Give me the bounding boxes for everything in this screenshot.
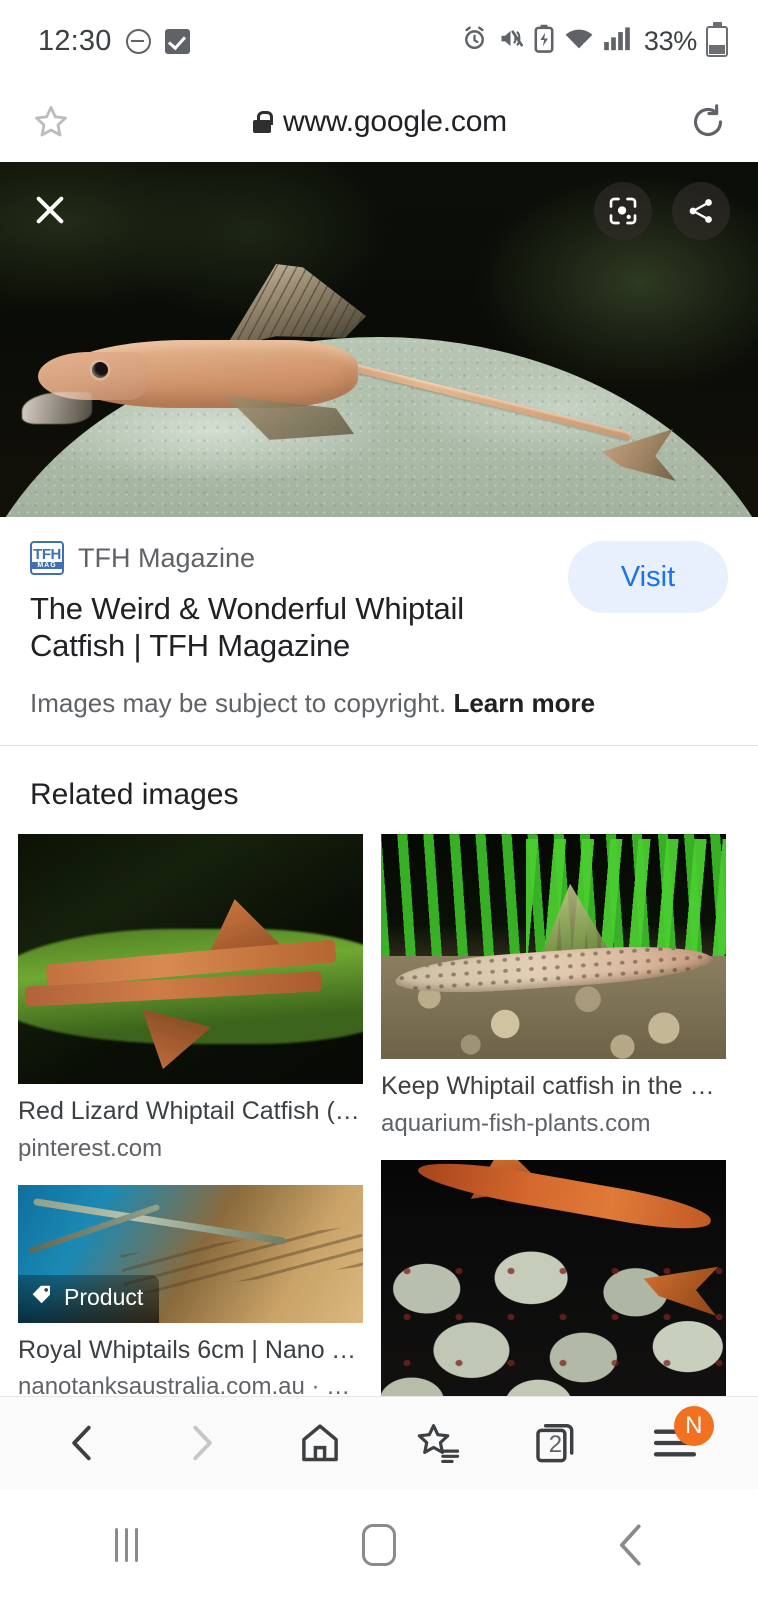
copyright-notice: Images may be subject to copyright. Lear…: [30, 688, 728, 719]
thumbnail-image[interactable]: [381, 1159, 726, 1405]
alarm-icon: [461, 25, 488, 57]
product-badge-label: Product: [64, 1284, 144, 1311]
status-time: 12:30: [38, 24, 112, 57]
battery-percent: 33%: [643, 25, 697, 56]
hero-image[interactable]: [0, 162, 758, 517]
tabs-count: 2: [548, 1431, 563, 1459]
google-lens-icon[interactable]: [594, 182, 652, 240]
source-row: TFH MAG TFH Magazine The Weird & Wonderf…: [30, 541, 728, 664]
back-arrow-icon[interactable]: [40, 1400, 126, 1486]
battery-saver-icon: [533, 24, 555, 58]
related-images-grid: Red Lizard Whiptail Catfish (Rinelo… pin…: [0, 834, 758, 1484]
visit-button[interactable]: Visit: [568, 541, 728, 613]
result-title[interactable]: The Weird & Wonderful Whiptail Catfish |…: [30, 591, 548, 664]
thumbnail-source: aquarium-fish-plants.com: [381, 1109, 651, 1137]
thumbnail-source: pinterest.com: [18, 1134, 163, 1162]
logo-bottom-text: MAG: [32, 562, 62, 569]
hero-catfish-illustration: [22, 264, 676, 482]
bookmarks-star-icon[interactable]: [395, 1400, 481, 1486]
source-details: TFH MAG TFH Magazine The Weird & Wonderf…: [30, 541, 548, 664]
menu-button[interactable]: N: [632, 1400, 718, 1486]
do-not-disturb-icon: [125, 28, 151, 54]
url-text: www.google.com: [283, 105, 507, 138]
source-name: TFH Magazine: [78, 542, 256, 573]
browser-url-bar: www.google.com: [0, 82, 758, 162]
copyright-text: Images may be subject to copyright.: [30, 688, 447, 719]
related-images-heading: Related images: [30, 778, 239, 812]
related-image-card[interactable]: Keep Whiptail catfish in the aquari… aqu…: [381, 834, 726, 1138]
source-line[interactable]: TFH MAG TFH Magazine: [30, 541, 548, 575]
thumbnail-image[interactable]: [381, 834, 726, 1060]
tag-icon: [30, 1283, 54, 1313]
thumbnail-image[interactable]: Product: [18, 1184, 363, 1323]
related-image-card[interactable]: Red Lizard Whiptail Catfish (Rinelo… pin…: [18, 834, 363, 1163]
android-navigation-bar: [0, 1489, 758, 1600]
url-display[interactable]: www.google.com: [72, 105, 688, 139]
recents-icon[interactable]: [76, 1500, 176, 1590]
hero-controls: [0, 162, 758, 272]
related-image-card[interactable]: Product Royal Whiptails 6cm | Nano Tanks…: [18, 1184, 363, 1402]
thumbnail-title: Red Lizard Whiptail Catfish (Rinelo…: [18, 1097, 363, 1126]
signal-icon: [603, 25, 631, 57]
status-bar-left: 12:30: [38, 25, 190, 58]
thumbnail-title: Royal Whiptails 6cm | Nano Tanks …: [18, 1335, 363, 1364]
back-chevron-icon[interactable]: [582, 1500, 682, 1590]
browser-toolbar: 2 N: [0, 1396, 758, 1489]
tabs-button[interactable]: 2: [513, 1400, 599, 1486]
close-icon[interactable]: [24, 184, 76, 236]
battery-icon: [706, 21, 728, 57]
thumbnail-title: Keep Whiptail catfish in the aquari…: [381, 1072, 726, 1101]
status-bar: 12:30 33%: [0, 0, 758, 82]
image-result-info: TFH MAG TFH Magazine The Weird & Wonderf…: [0, 517, 758, 746]
logo-top-text: TFH: [33, 546, 61, 563]
mute-icon: [497, 25, 524, 57]
wifi-icon: [564, 25, 594, 57]
home-circle-icon[interactable]: [329, 1500, 429, 1590]
reload-icon[interactable]: [688, 102, 728, 142]
phone-screen: 12:30 33% www.google.com TFH MAG TFH Mag…: [0, 0, 758, 1600]
product-badge: Product: [18, 1274, 160, 1323]
home-icon[interactable]: [277, 1400, 363, 1486]
checkbox-icon: [164, 28, 190, 54]
learn-more-link[interactable]: Learn more: [453, 688, 595, 718]
thumbnail-image[interactable]: [18, 834, 363, 1085]
tfh-magazine-logo-icon: TFH MAG: [30, 541, 64, 575]
share-icon[interactable]: [672, 182, 730, 240]
status-bar-right: 33%: [461, 21, 728, 58]
forward-arrow-icon[interactable]: [158, 1400, 244, 1486]
lock-icon: [253, 111, 273, 133]
menu-notification-badge: N: [673, 1406, 714, 1446]
star-outline-icon[interactable]: [30, 102, 72, 142]
